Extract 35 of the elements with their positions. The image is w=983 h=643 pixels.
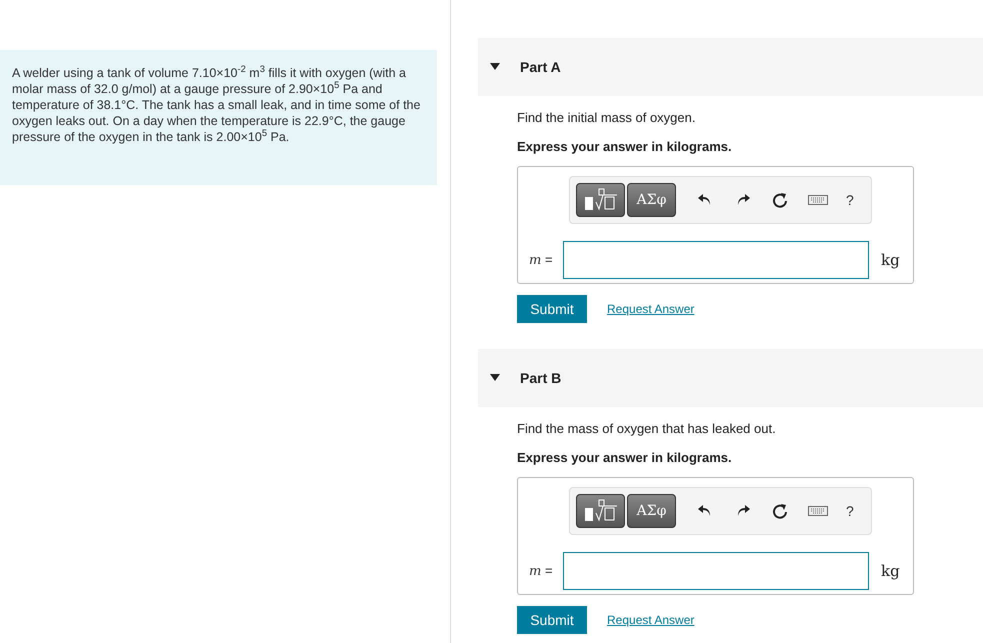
part-title: Part B — [520, 368, 562, 388]
variable-label: m = — [529, 250, 554, 270]
template-button[interactable] — [576, 494, 625, 528]
problem-text: A welder using a tank of volume 7.10×10$^{-2}$ m$^{3}$ fills it with oxygen (with a molar mass of 32.0 g/mol) at a gauge pressure of 2.90×10$^{5}$ Pa and temperature of 38.1°C. The tank has a small leak, and in time some of the oxygen leaks out. On a day when the temperature is 22.9°C, the gauge pressure of the oxygen in the tank is 2.00×10$^{5}$ Pa. — [12, 65, 422, 145]
keyboard-icon[interactable] — [808, 195, 828, 205]
help-button[interactable]: ? — [846, 190, 854, 210]
answer-field[interactable] — [563, 552, 869, 590]
symbols-button[interactable]: ΑΣφ — [627, 494, 676, 528]
template-icon — [582, 188, 618, 212]
reset-icon[interactable] — [772, 192, 788, 208]
question-text: Find the initial mass of oxygen. — [517, 109, 696, 127]
template-button[interactable] — [576, 183, 625, 217]
redo-icon[interactable] — [736, 505, 750, 517]
unit-label: kg — [881, 560, 900, 582]
instruction-text: Express your answer in kilograms. — [517, 448, 733, 467]
undo-icon[interactable] — [698, 194, 712, 206]
help-button[interactable]: ? — [846, 500, 854, 522]
template-icon — [582, 499, 618, 523]
unit-label: kg — [881, 250, 900, 271]
instruction-text: Express your answer in kilograms. — [517, 138, 733, 156]
undo-icon[interactable] — [698, 505, 712, 517]
keyboard-icon[interactable] — [808, 506, 828, 516]
reset-icon[interactable] — [772, 503, 788, 519]
question-text: Find the mass of oxygen that has leaked out. — [517, 420, 777, 438]
part-header[interactable]: Part A — [478, 38, 983, 96]
part-header[interactable]: Part B — [478, 349, 983, 407]
variable-label: m = — [529, 562, 554, 581]
request-answer-link[interactable]: Request Answer — [607, 611, 694, 629]
symbols-button[interactable]: ΑΣφ — [627, 183, 676, 217]
redo-icon[interactable] — [736, 194, 750, 206]
part-title: Part A — [520, 58, 561, 76]
answer-field[interactable] — [563, 241, 869, 279]
submit-button[interactable]: Submit — [517, 606, 587, 634]
request-answer-link[interactable]: Request Answer — [607, 300, 694, 318]
submit-button[interactable]: Submit — [517, 295, 587, 323]
